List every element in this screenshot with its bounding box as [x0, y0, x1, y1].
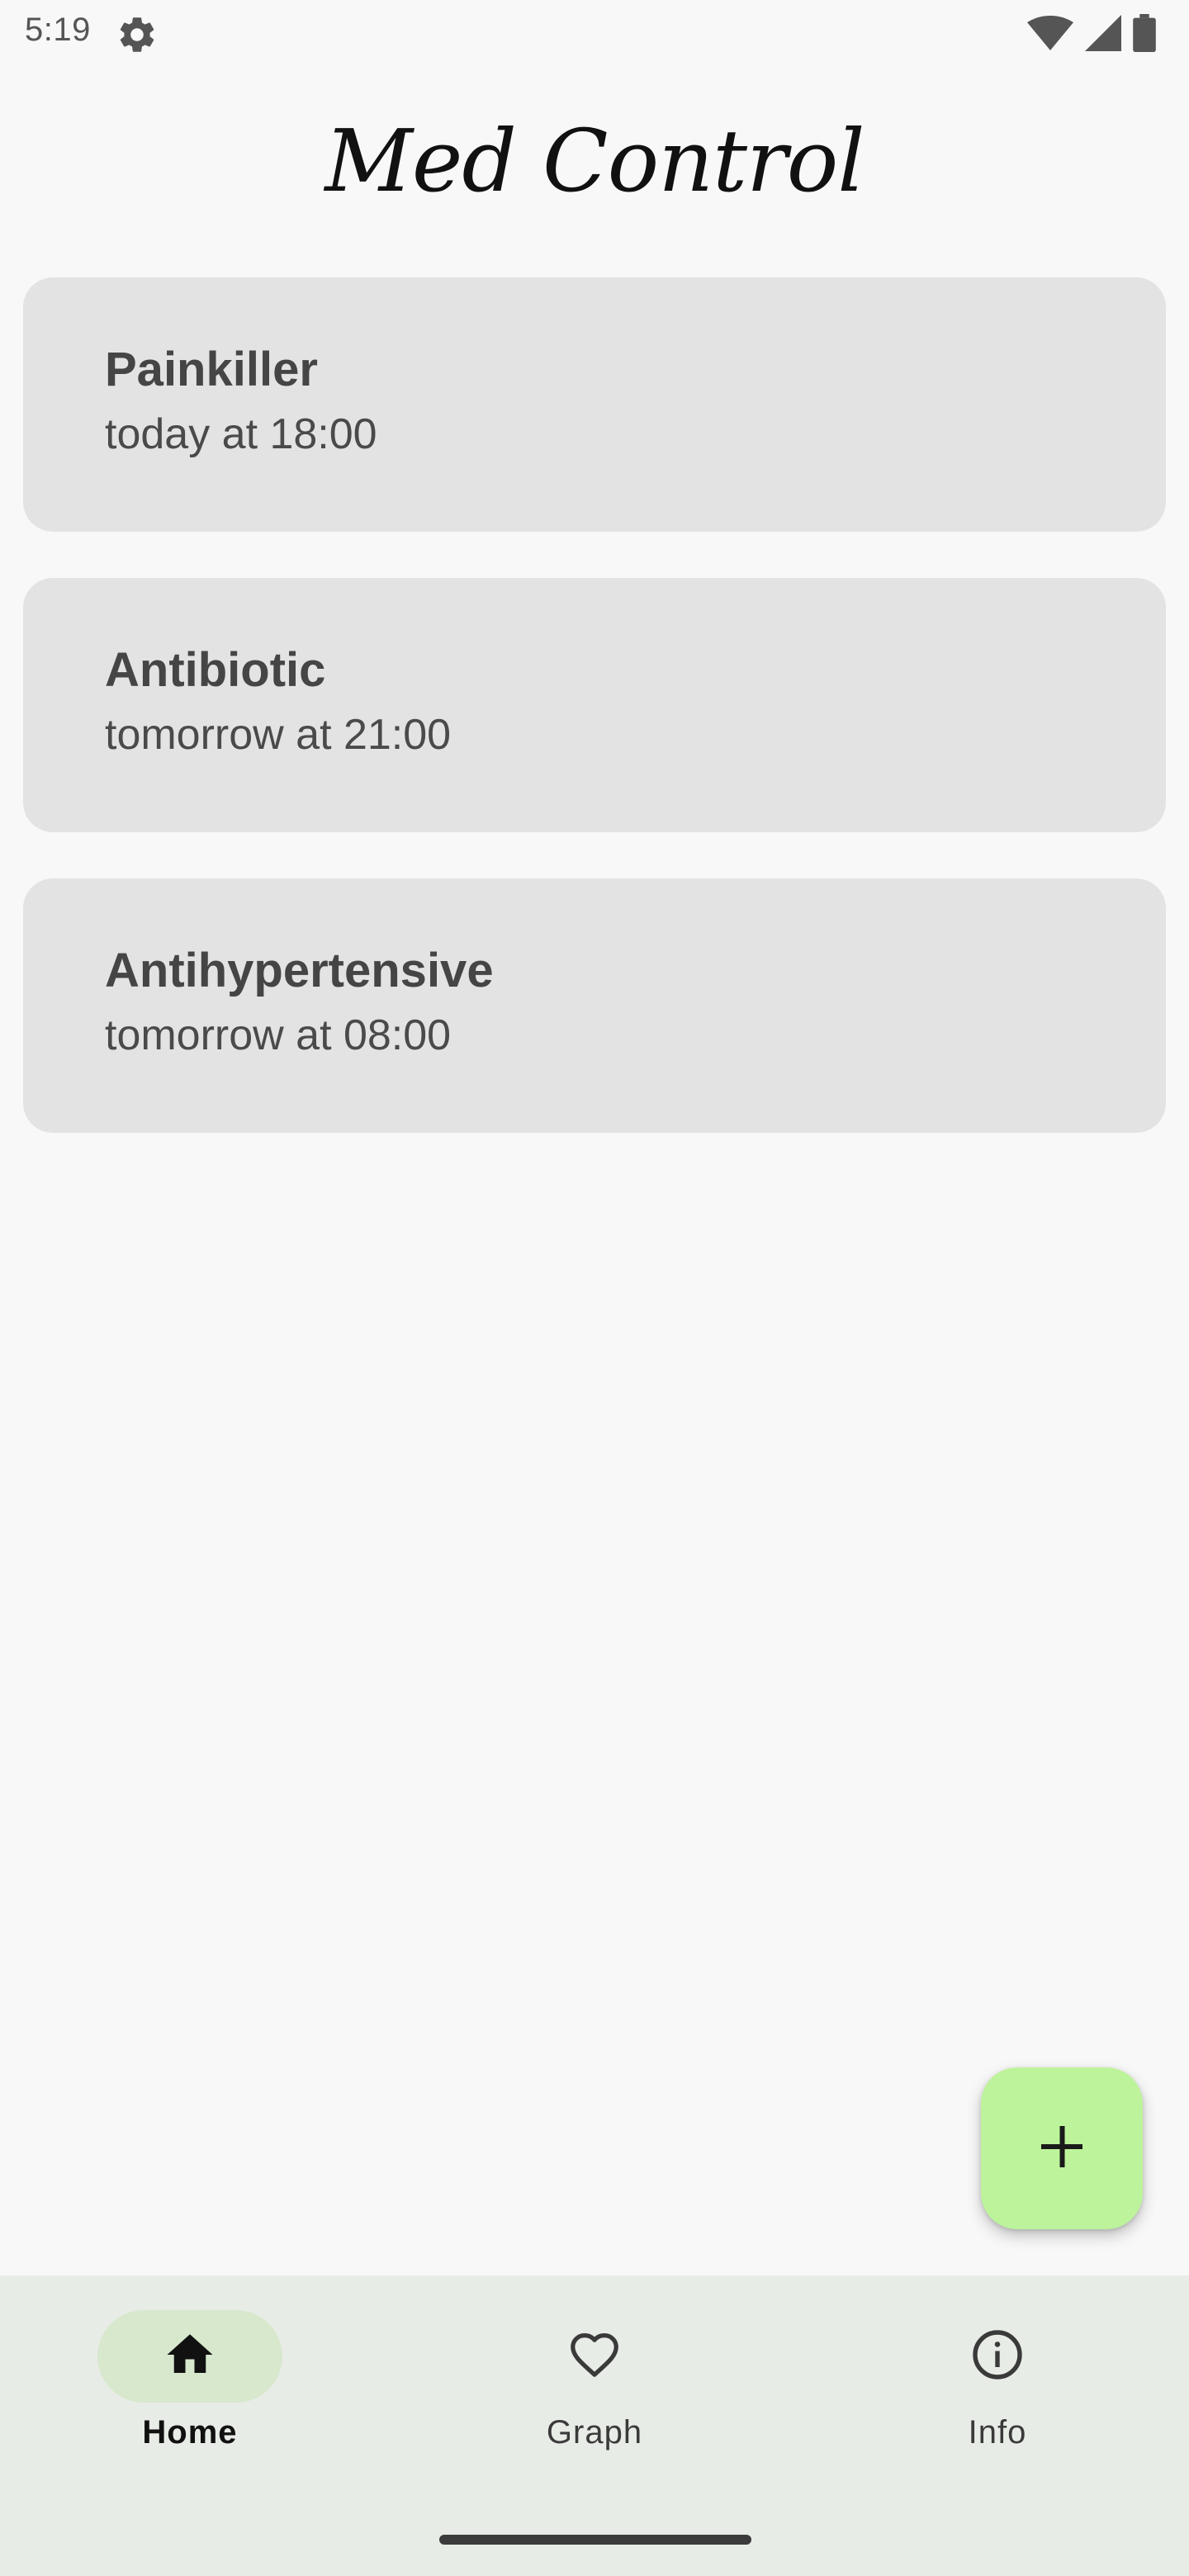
status-icons — [1027, 13, 1156, 56]
battery-icon — [1133, 13, 1156, 56]
nav-label-info: Info — [968, 2414, 1027, 2451]
nav-active-indicator — [97, 2310, 282, 2403]
medication-card-antihypertensive[interactable]: Antihypertensive tomorrow at 08:00 — [23, 878, 1166, 1133]
plus-icon — [1037, 2122, 1087, 2176]
nav-icon-container — [905, 2310, 1090, 2403]
medication-name: Antihypertensive — [105, 944, 494, 997]
gesture-handle[interactable] — [439, 2535, 751, 2545]
status-bar: 5:19 — [0, 0, 1189, 69]
nav-icon-container — [502, 2310, 687, 2403]
settings-gear-icon — [116, 13, 159, 56]
medication-schedule: tomorrow at 21:00 — [105, 711, 452, 759]
nav-label-home: Home — [142, 2414, 238, 2451]
medication-schedule: today at 18:00 — [105, 410, 377, 458]
home-icon — [163, 2327, 217, 2386]
nav-label-graph: Graph — [546, 2414, 643, 2451]
medication-name: Painkiller — [105, 343, 318, 396]
bottom-navigation: Home Graph Info — [0, 2275, 1189, 2576]
medication-name: Antibiotic — [105, 643, 326, 697]
medication-schedule: tomorrow at 08:00 — [105, 1011, 452, 1059]
nav-item-graph[interactable]: Graph — [471, 2310, 718, 2451]
medication-card-painkiller[interactable]: Painkiller today at 18:00 — [23, 277, 1166, 532]
nav-item-info[interactable]: Info — [874, 2310, 1121, 2451]
medication-card-antibiotic[interactable]: Antibiotic tomorrow at 21:00 — [23, 578, 1166, 832]
status-time: 5:19 — [25, 12, 91, 48]
app-title: Med Control — [324, 111, 865, 211]
add-medication-button[interactable] — [981, 2067, 1143, 2229]
wifi-icon — [1027, 15, 1073, 55]
cell-signal-icon — [1085, 14, 1121, 55]
info-icon — [968, 2325, 1027, 2389]
heart-icon — [566, 2326, 623, 2388]
medication-list: Painkiller today at 18:00 Antibiotic tom… — [23, 277, 1166, 1179]
nav-item-home[interactable]: Home — [66, 2310, 314, 2451]
